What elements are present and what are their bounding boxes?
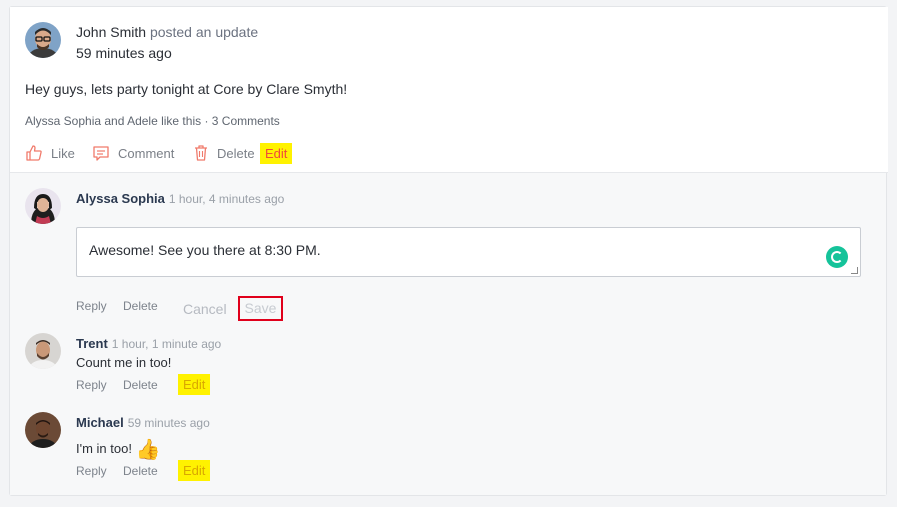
like-button[interactable]: Like xyxy=(25,141,75,165)
delete-button[interactable]: Delete xyxy=(193,141,255,165)
cancel-button[interactable]: Cancel xyxy=(183,301,227,317)
comment-edit-textarea[interactable]: Awesome! See you there at 8:30 PM. xyxy=(76,227,861,277)
delete-comment-button[interactable]: Delete xyxy=(123,464,158,478)
post-body: Hey guys, lets party tonight at Core by … xyxy=(25,81,348,97)
reply-button[interactable]: Reply xyxy=(76,464,107,478)
comment-edit-value: Awesome! See you there at 8:30 PM. xyxy=(89,242,321,258)
post-header: John Smith posted an update xyxy=(76,24,258,40)
edit-comment-button[interactable]: Edit xyxy=(178,374,211,395)
comments-section: Alyssa Sophia 1 hour, 4 minutes ago Aweso… xyxy=(10,173,886,495)
comment-author[interactable]: Michael xyxy=(76,415,124,430)
thumbs-up-emoji-icon: 👍 xyxy=(135,439,161,461)
comment-icon xyxy=(93,146,109,161)
post-action: posted an update xyxy=(149,24,259,40)
comment-label: Comment xyxy=(118,145,175,161)
comment-time[interactable]: 1 hour, 4 minutes ago xyxy=(169,192,284,206)
like-label: Like xyxy=(51,145,75,161)
thumbs-up-outline-icon xyxy=(26,145,42,161)
comment-text: Count me in too! xyxy=(76,355,172,370)
comment-text: I'm in too! xyxy=(76,441,132,456)
edit-button[interactable]: Edit xyxy=(260,141,293,165)
post: John Smith posted an update 59 minutes a… xyxy=(10,7,888,173)
john-smith-avatar[interactable] xyxy=(25,22,61,58)
comment-time[interactable]: 1 hour, 1 minute ago xyxy=(112,337,221,351)
delete-label: Delete xyxy=(217,145,255,161)
post-author[interactable]: John Smith xyxy=(76,24,146,40)
comment-author-row: Trent 1 hour, 1 minute ago xyxy=(76,336,221,351)
post-time[interactable]: 59 minutes ago xyxy=(76,45,172,61)
reply-button[interactable]: Reply xyxy=(76,299,107,313)
trent-avatar[interactable] xyxy=(25,333,61,369)
comment-author-row: Michael 59 minutes ago xyxy=(76,415,210,430)
delete-comment-button[interactable]: Delete xyxy=(123,299,158,313)
comment-actions: Reply Delete xyxy=(76,299,196,315)
comment-author[interactable]: Alyssa Sophia xyxy=(76,191,165,206)
delete-comment-button[interactable]: Delete xyxy=(123,378,158,392)
activity-card: John Smith posted an update 59 minutes a… xyxy=(9,6,888,496)
comment-author[interactable]: Trent xyxy=(76,336,108,351)
comment-button[interactable]: Comment xyxy=(92,141,174,165)
trash-icon xyxy=(195,145,207,161)
resize-handle-icon[interactable] xyxy=(851,267,858,274)
comment-author-row: Alyssa Sophia 1 hour, 4 minutes ago xyxy=(76,191,284,206)
michael-avatar[interactable] xyxy=(25,412,61,448)
reply-button[interactable]: Reply xyxy=(76,378,107,392)
comment-time[interactable]: 59 minutes ago xyxy=(128,416,210,430)
likes-summary[interactable]: Alyssa Sophia and Adele like this · 3 Co… xyxy=(25,114,280,128)
alyssa-sophia-avatar[interactable] xyxy=(25,188,61,224)
save-button[interactable]: Save xyxy=(238,296,283,321)
edit-comment-button[interactable]: Edit xyxy=(178,460,211,481)
grammarly-icon[interactable] xyxy=(826,246,848,268)
edit-label: Edit xyxy=(260,142,293,164)
comment-text-row: I'm in too! 👍 xyxy=(76,437,160,462)
